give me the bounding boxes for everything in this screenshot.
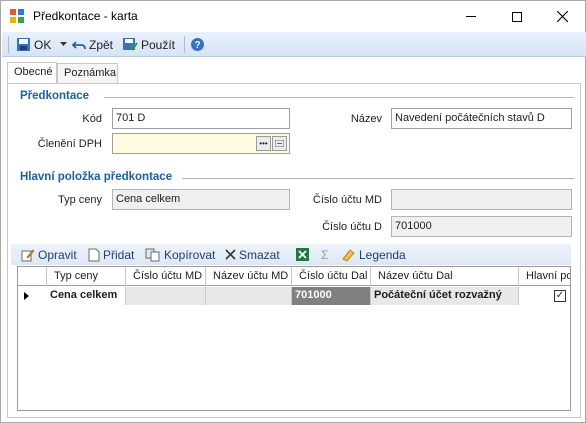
kod-input[interactable]: 701 D (112, 108, 290, 129)
undo-icon (72, 40, 86, 49)
copy-button[interactable]: Kopírovat (145, 246, 215, 263)
maximize-icon (512, 11, 522, 22)
back-button[interactable]: Zpět (72, 35, 113, 54)
grid-toolbar: Opravit Přidat Kopírovat Smazat Σ Legend… (11, 244, 571, 265)
cell-nazev-uctu-md[interactable] (206, 287, 292, 305)
toolbar-grip (8, 36, 9, 53)
legend-label: Legenda (359, 247, 406, 262)
copy-icon (145, 248, 160, 261)
maximize-button[interactable] (494, 1, 540, 32)
typ-ceny-field: Cena celkem (112, 189, 290, 210)
svg-text:?: ? (194, 40, 200, 51)
col-cislo-uctu-dal[interactable]: Číslo účtu Dal (292, 267, 371, 286)
save-apply-icon (123, 38, 138, 51)
add-label: Přidat (103, 247, 135, 262)
back-label: Zpět (89, 37, 114, 52)
cislo-uctu-md-label: Číslo účtu MD (312, 194, 382, 206)
tab-poznamka[interactable]: Poznámka (57, 63, 118, 84)
window: Předkontace - karta OK Zpět Použít ? Obe… (0, 0, 586, 423)
cell-nazev-uctu-dal[interactable]: Počáteční účet rozvažný (371, 287, 519, 305)
help-icon: ? (191, 38, 204, 51)
main-toolbar: OK Zpět Použít ? (2, 32, 586, 57)
minimize-button[interactable] (448, 1, 494, 32)
ok-label: OK (34, 37, 52, 52)
delete-label: Smazat (239, 247, 280, 262)
cislo-uctu-md-field (391, 189, 572, 210)
list-icon (275, 140, 284, 147)
close-icon (556, 11, 568, 22)
excel-icon (296, 248, 309, 261)
hlavni-checkbox[interactable]: ✓ (554, 290, 566, 302)
chevron-down-icon (60, 42, 67, 46)
sum-icon: Σ (321, 247, 329, 262)
kod-label: Kód (82, 113, 102, 125)
legend-button[interactable]: Legenda (341, 246, 406, 263)
app-icon (10, 9, 24, 23)
ok-dropdown[interactable] (60, 35, 67, 54)
cislo-uctu-d-field: 701000 (391, 216, 572, 237)
section-divider (104, 97, 574, 98)
cell-cislo-uctu-md[interactable] (126, 287, 206, 305)
table-row[interactable]: Cena celkem 701000 Počáteční účet rozvaž… (18, 287, 570, 305)
grid-corner (18, 267, 47, 286)
copy-label: Kopírovat (164, 247, 216, 262)
minimize-icon (466, 16, 476, 17)
save-icon (17, 38, 30, 51)
section-divider (182, 178, 574, 179)
col-typ-ceny[interactable]: Typ ceny (47, 267, 126, 286)
nazev-label: Název (350, 113, 382, 125)
cell-typ-ceny[interactable]: Cena celkem (47, 287, 126, 305)
col-nazev-uctu-md[interactable]: Název účtu MD (206, 267, 292, 286)
ellipsis-icon: ••• (259, 139, 268, 148)
legend-icon (342, 249, 355, 261)
window-title: Předkontace - karta (33, 9, 138, 23)
grid-header: Typ ceny Číslo účtu MD Název účtu MD Čís… (18, 267, 570, 286)
col-cislo-uctu-md[interactable]: Číslo účtu MD (126, 267, 206, 286)
apply-button[interactable]: Použít (122, 35, 175, 54)
help-button[interactable]: ? (190, 35, 205, 54)
cell-cislo-uctu-dal[interactable]: 701000 (292, 287, 371, 305)
cislo-uctu-d-label: Číslo účtu D (322, 221, 382, 233)
add-button[interactable]: Přidat (88, 246, 134, 263)
ok-button[interactable]: OK (16, 35, 51, 54)
new-document-icon (88, 248, 100, 261)
sum-button[interactable]: Σ (321, 246, 328, 263)
tab-obecne[interactable]: Obecné (7, 62, 57, 84)
browse-button[interactable]: ••• (256, 136, 271, 151)
cleneni-dph-input[interactable]: ••• (112, 133, 290, 154)
edit-label: Opravit (38, 247, 77, 262)
section-predkontace-title: Předkontace (20, 90, 90, 102)
cell-hlavni[interactable]: ✓ (519, 287, 570, 305)
edit-icon (21, 249, 35, 261)
toolbar-separator (184, 36, 185, 53)
close-button[interactable] (539, 1, 585, 32)
col-nazev-uctu-dal[interactable]: Název účtu Dal (371, 267, 519, 286)
delete-icon (225, 249, 236, 260)
excel-export-button[interactable] (295, 246, 310, 263)
section-hlavni-title: Hlavní položka předkontace (20, 171, 173, 183)
delete-button[interactable]: Smazat (225, 246, 280, 263)
list-button[interactable] (272, 136, 287, 151)
cleneni-dph-label: Členění DPH (37, 138, 102, 150)
predkontace-grid: Typ ceny Číslo účtu MD Název účtu MD Čís… (17, 266, 571, 411)
edit-button[interactable]: Opravit (21, 246, 77, 263)
nazev-input[interactable]: Navedení počátečních stavů D (391, 108, 572, 129)
title-bar: Předkontace - karta (1, 1, 585, 32)
typ-ceny-label: Typ ceny (57, 194, 102, 206)
apply-label: Použít (141, 37, 176, 52)
col-hlavni[interactable]: Hlavní po (519, 267, 570, 286)
